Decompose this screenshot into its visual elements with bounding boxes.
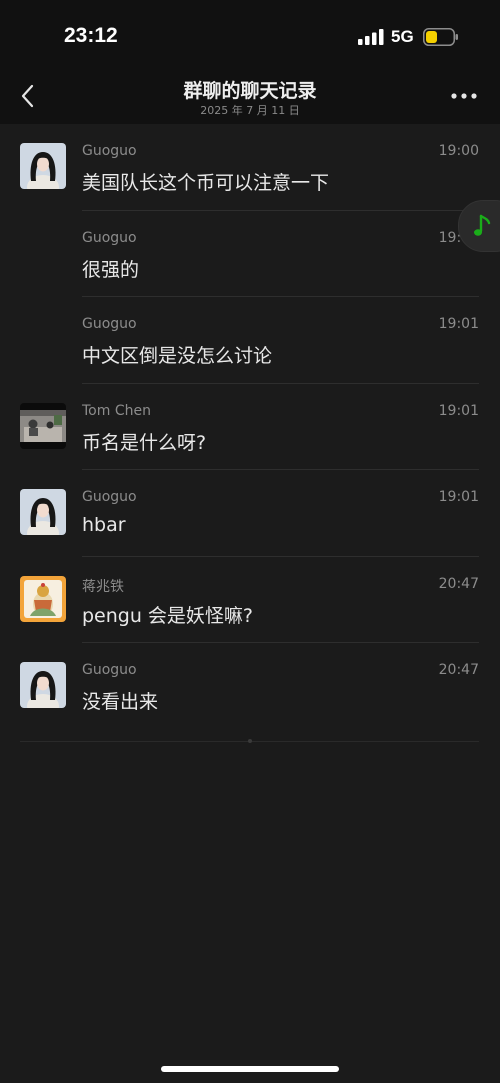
sender-name: 蒋兆铁 xyxy=(82,578,124,595)
sender-name: Guoguo xyxy=(82,229,137,246)
message-item[interactable]: Guoguo 19:00 很强的 xyxy=(0,211,500,297)
home-indicator[interactable] xyxy=(161,1066,339,1072)
chat-history-screen: 23:12 5G 群聊的聊天记录 2025 年 7 月 11 日 Guoguo … xyxy=(0,0,500,1083)
message-text: hbar xyxy=(82,514,126,536)
sender-name: Guoguo xyxy=(82,489,137,505)
more-options-button[interactable] xyxy=(448,84,480,108)
message-text: 币名是什么呀? xyxy=(82,431,207,454)
avatar-guoguo[interactable] xyxy=(20,489,66,535)
avatar-guoguo[interactable] xyxy=(20,662,66,708)
message-text: 中文区倒是没怎么讨论 xyxy=(82,345,273,367)
list-end-dot xyxy=(248,739,252,743)
message-item[interactable]: Guoguo 19:01 hbar xyxy=(0,470,500,557)
message-text: 很强的 xyxy=(82,258,140,281)
message-item[interactable]: 蒋兆铁 20:47 pengu 会是妖怪嘛? xyxy=(0,557,500,643)
message-item[interactable]: Guoguo 20:47 没看出来 xyxy=(0,643,500,730)
signal-icon xyxy=(358,29,384,45)
page-title: 群聊的聊天记录 xyxy=(183,80,317,102)
sender-name: Guoguo xyxy=(82,143,137,159)
page-subtitle-date: 2025 年 7 月 11 日 xyxy=(200,104,300,117)
network-label: 5G xyxy=(391,27,414,46)
message-item[interactable]: Guoguo 19:01 中文区倒是没怎么讨论 xyxy=(0,297,500,384)
message-text: 没看出来 xyxy=(82,691,159,713)
status-bar: 23:12 5G xyxy=(0,0,500,70)
message-time: 19:01 xyxy=(438,489,479,505)
sender-name: Guoguo xyxy=(82,316,137,332)
avatar-guoguo[interactable] xyxy=(20,143,66,189)
floating-music-button[interactable] xyxy=(458,200,500,252)
message-time: 19:00 xyxy=(438,143,479,159)
message-text: 美国队长这个币可以注意一下 xyxy=(82,172,330,194)
message-text: pengu 会是妖怪嘛? xyxy=(82,604,254,627)
sender-name: Guoguo xyxy=(82,662,137,678)
message-time: 19:01 xyxy=(438,316,479,332)
battery-icon xyxy=(423,28,458,46)
status-time: 23:12 xyxy=(64,24,118,47)
message-time: 20:47 xyxy=(438,662,479,678)
avatar-tom-chen[interactable] xyxy=(20,402,66,449)
avatar-jiang[interactable] xyxy=(20,575,66,622)
message-item[interactable]: Guoguo 19:00 美国队长这个币可以注意一下 xyxy=(0,124,500,211)
message-time: 19:01 xyxy=(438,402,479,419)
message-list: Guoguo 19:00 美国队长这个币可以注意一下 Guoguo 19:00 … xyxy=(0,124,500,730)
message-time: 20:47 xyxy=(438,575,479,592)
sender-name: Tom Chen xyxy=(82,402,151,419)
music-note-icon xyxy=(474,214,491,236)
nav-bar: 群聊的聊天记录 2025 年 7 月 11 日 xyxy=(0,70,500,124)
message-item[interactable]: Tom Chen 19:01 币名是什么呀? xyxy=(0,384,500,470)
